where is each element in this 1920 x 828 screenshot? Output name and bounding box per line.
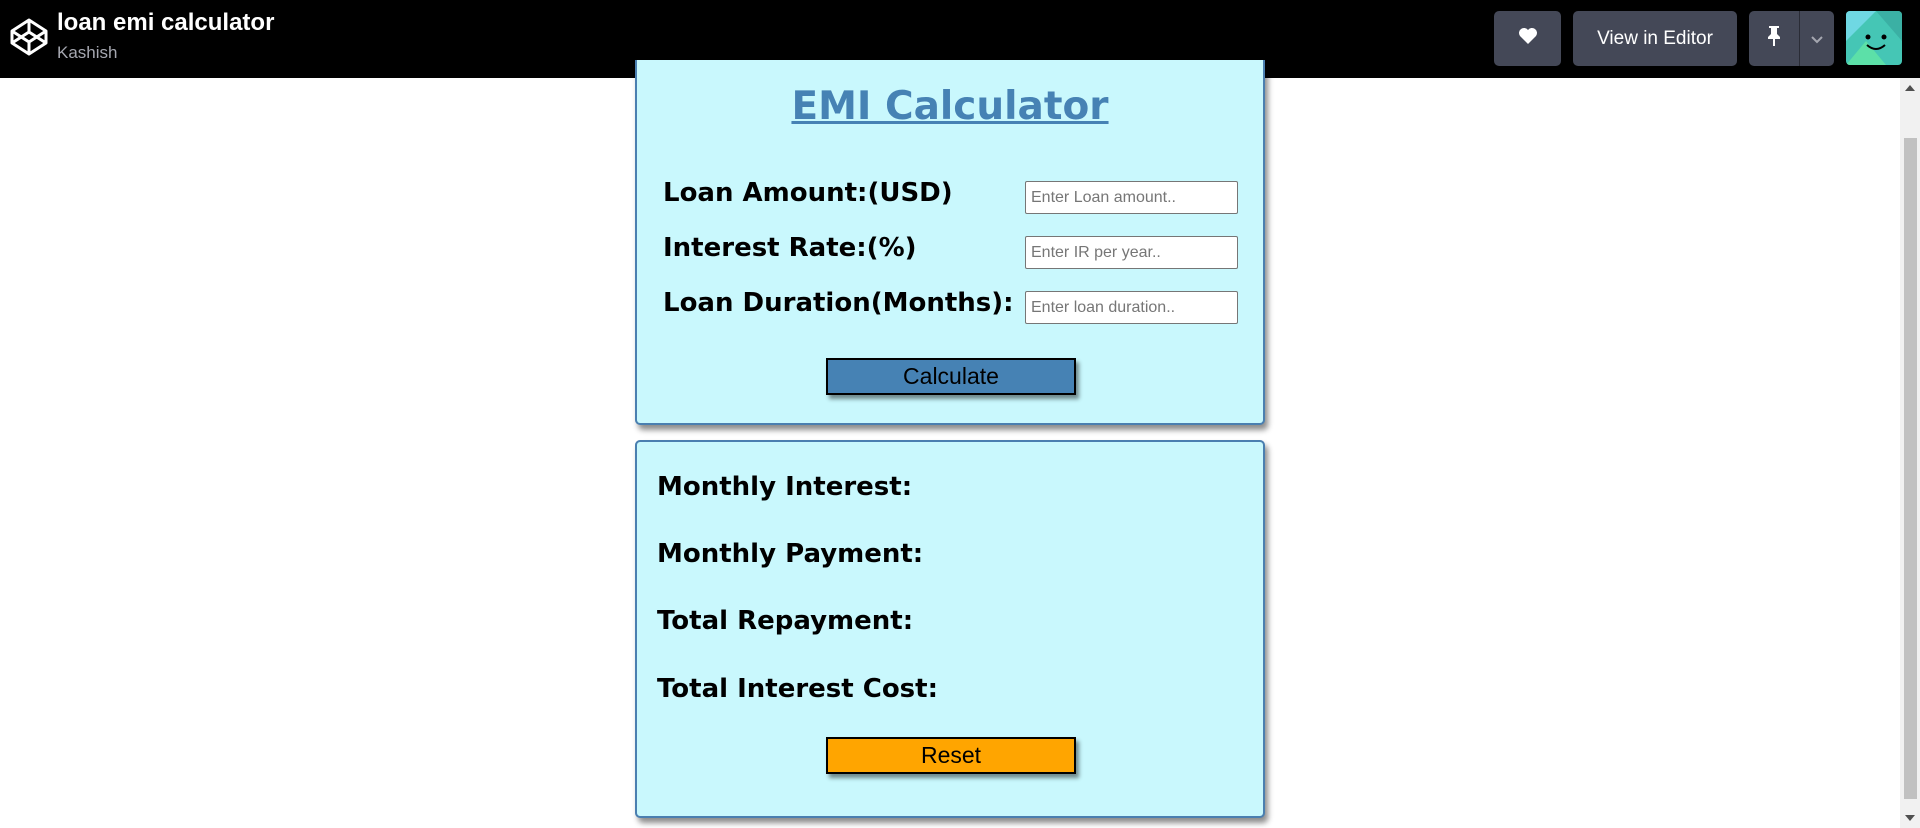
- loan-duration-input[interactable]: [1025, 291, 1238, 324]
- loan-amount-label: Loan Amount:(USD): [663, 178, 953, 208]
- total-interest-cost-label: Total Interest Cost:: [657, 674, 938, 704]
- loan-duration-label: Loan Duration(Months):: [663, 288, 1014, 318]
- interest-rate-label: Interest Rate:(%): [663, 233, 917, 263]
- monthly-interest-label: Monthly Interest:: [657, 472, 913, 502]
- monthly-payment-label: Monthly Payment:: [657, 539, 924, 569]
- codepen-logo-icon[interactable]: [9, 17, 49, 57]
- pin-icon: [1766, 25, 1782, 53]
- vertical-scrollbar[interactable]: [1900, 78, 1920, 828]
- total-repayment-label: Total Repayment:: [657, 606, 914, 636]
- results-card: Monthly Interest: Monthly Payment: Total…: [635, 440, 1265, 818]
- scroll-thumb[interactable]: [1904, 138, 1917, 799]
- heart-icon: [1518, 27, 1538, 51]
- pin-button[interactable]: [1749, 11, 1799, 66]
- interest-rate-input[interactable]: [1025, 236, 1238, 269]
- pen-author[interactable]: Kashish: [57, 43, 117, 63]
- view-in-editor-button[interactable]: View in Editor: [1573, 11, 1737, 66]
- reset-button[interactable]: Reset: [826, 737, 1076, 774]
- scroll-up-arrow-icon[interactable]: [1900, 78, 1920, 98]
- avatar[interactable]: [1846, 11, 1902, 65]
- heart-button[interactable]: [1494, 11, 1561, 66]
- calculator-title: EMI Calculator: [791, 84, 1109, 129]
- calculate-button[interactable]: Calculate: [826, 358, 1076, 395]
- pin-dropdown-button[interactable]: [1800, 11, 1834, 66]
- pen-title: loan emi calculator: [57, 9, 275, 36]
- scroll-down-arrow-icon[interactable]: [1900, 808, 1920, 828]
- pin-button-group: [1749, 11, 1834, 66]
- calculator-card: EMI Calculator Loan Amount:(USD) Interes…: [635, 60, 1265, 425]
- chevron-down-icon: [1810, 28, 1824, 50]
- loan-amount-input[interactable]: [1025, 181, 1238, 214]
